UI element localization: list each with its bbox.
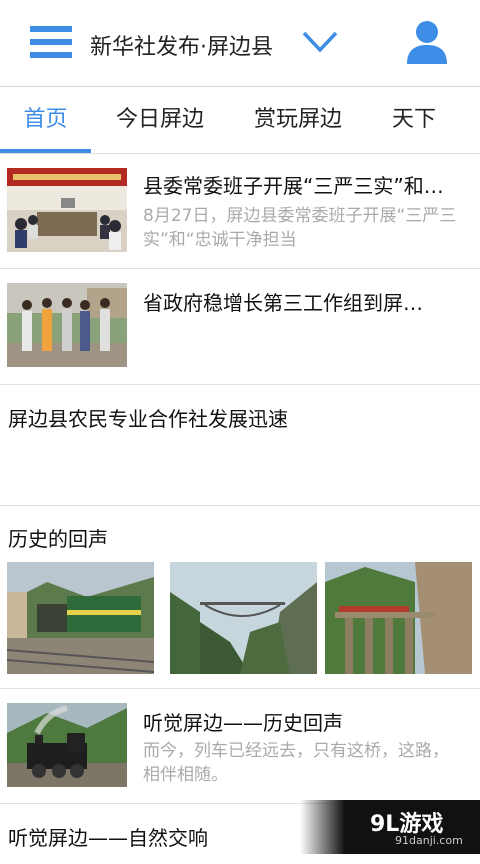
news-summary: 8月27日，屏边县委常委班子开展“三严三实”和“忠诚干净担当 [143, 206, 457, 250]
tab-enjoy-pingbian[interactable]: 赏玩屏边 [248, 87, 348, 153]
news-thumbnail-inspection [7, 283, 127, 367]
tab-today-pingbian[interactable]: 今日屏边 [110, 87, 210, 153]
gallery-image-train[interactable] [7, 562, 154, 674]
tab-home[interactable]: 首页 [0, 87, 91, 153]
news-item[interactable]: 屏边县农民专业合作社发展迅速 [0, 385, 480, 506]
site-watermark: 9L游戏 91danji.com [300, 800, 480, 854]
news-item[interactable]: 县委常委班子开展“三严三实”和… 8月27日，屏边县委常委班子开展“三严三实”和… [0, 154, 480, 269]
news-title[interactable]: 屏边县农民专业合作社发展迅速 [8, 403, 288, 432]
tab-bar: 首页 今日屏边 赏玩屏边 天下 [0, 87, 480, 154]
audio-thumbnail-steam-train [7, 703, 127, 787]
news-title[interactable]: 县委常委班子开展“三严三实”和… [143, 170, 473, 199]
news-item[interactable]: 省政府稳增长第三工作组到屏… [0, 269, 480, 385]
audio-item[interactable]: 听觉屏边——历史回声 而今，列车已经远去，只有这桥，这路，相伴相随。 [0, 689, 480, 804]
app-title: 新华社发布·屏边县 [90, 35, 273, 60]
gallery-image-viaduct[interactable] [325, 562, 472, 674]
watermark-site: 91danji.com [395, 834, 463, 847]
audio-title[interactable]: 听觉屏边——历史回声 [143, 707, 473, 736]
audio-title[interactable]: 听觉屏边——自然交响 [8, 822, 208, 851]
app-header: 新华社发布·屏边县 [0, 0, 480, 87]
audio-summary: 而今，列车已经远去，只有这桥，这路，相伴相随。 [143, 741, 449, 785]
gallery-image-bridge[interactable] [170, 562, 317, 674]
gallery-section: 历史的回声 [0, 506, 480, 689]
news-thumbnail-meeting [7, 168, 127, 252]
active-tab-indicator [0, 149, 91, 153]
chevron-down-icon[interactable] [302, 30, 338, 54]
tab-world[interactable]: 天下 [384, 87, 444, 153]
user-profile-icon[interactable] [406, 20, 448, 66]
gallery-title[interactable]: 历史的回声 [8, 523, 108, 552]
news-title[interactable]: 省政府稳增长第三工作组到屏… [143, 287, 473, 316]
hamburger-menu-icon[interactable] [30, 26, 72, 60]
